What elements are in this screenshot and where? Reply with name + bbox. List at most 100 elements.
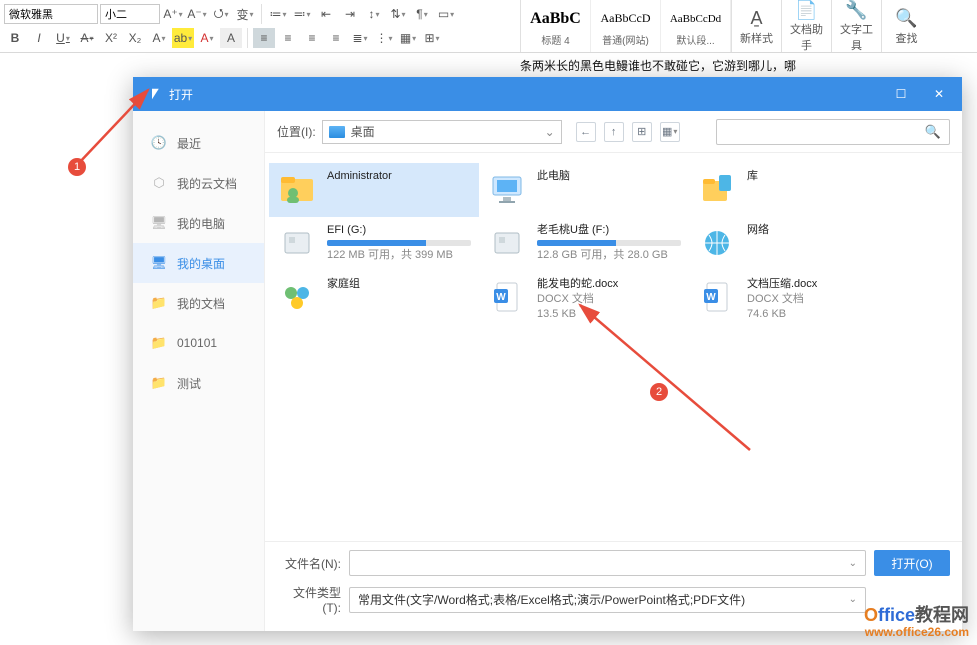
network-icon	[697, 223, 737, 263]
shrink-font-button[interactable]: A⁻	[186, 4, 208, 24]
svg-text:W: W	[496, 292, 506, 303]
homegroup-icon	[277, 277, 317, 317]
inc-indent-button[interactable]: ⇥	[339, 4, 361, 24]
location-select[interactable]: 桌面 ⌄	[322, 120, 562, 144]
close-button[interactable]: ✕	[920, 80, 958, 108]
sidebar-item-thispc[interactable]: 🖥 我的电脑	[133, 203, 264, 243]
monitor-icon: 🖥	[151, 215, 167, 231]
folder-icon: 📁	[151, 375, 167, 391]
user-folder-icon	[277, 169, 317, 209]
border-top-button[interactable]: ▭	[435, 4, 457, 24]
align-justify-button[interactable]: ≡	[325, 28, 347, 48]
numbering-button[interactable]: ≕	[291, 4, 313, 24]
font-color-button[interactable]: A	[196, 28, 218, 48]
style-normal-web[interactable]: AaBbCcD 普通(网站)	[591, 0, 661, 52]
back-button[interactable]: ←	[576, 122, 596, 142]
align-right-button[interactable]: ≡	[301, 28, 323, 48]
annotation-badge-1: 1	[68, 158, 86, 176]
sort-button[interactable]: ↕	[363, 4, 385, 24]
item-libraries[interactable]: 库	[689, 163, 899, 217]
folder-icon: 📁	[151, 295, 167, 311]
up-button[interactable]: ↑	[604, 122, 624, 142]
spacing-button[interactable]: ⇅	[387, 4, 409, 24]
item-administrator[interactable]: Administrator	[269, 163, 479, 217]
dialog-main: 位置(I): 桌面 ⌄ ← ↑ ⊞ ▦ 🔍	[265, 111, 962, 631]
open-dialog: 打开 ☐ ✕ 🕓 最近 ⬡ 我的云文档 🖥 我的电脑 🖥 我的桌面 📁	[133, 77, 962, 631]
filetype-select[interactable]: 常用文件(文字/Word格式;表格/Excel格式;演示/PowerPoint格…	[349, 587, 866, 613]
clock-icon: 🕓	[151, 135, 167, 151]
borders-button[interactable]: ▦	[397, 28, 419, 48]
strike-button[interactable]: A	[76, 28, 98, 48]
filetype-label: 文件类型(T):	[277, 584, 341, 615]
drive-icon	[487, 223, 527, 263]
bold-button[interactable]: B	[4, 28, 26, 48]
subscript-button[interactable]: X₂	[124, 28, 146, 48]
sidebar-item-documents[interactable]: 📁 我的文档	[133, 283, 264, 323]
item-network[interactable]: 网络	[689, 217, 899, 271]
pc-icon	[487, 169, 527, 209]
find-button[interactable]: 🔍 查找	[881, 0, 931, 52]
change-case-button[interactable]: A	[148, 28, 170, 48]
sidebar-item-cloud[interactable]: ⬡ 我的云文档	[133, 163, 264, 203]
new-folder-button[interactable]: ⊞	[632, 122, 652, 142]
italic-button[interactable]: I	[28, 28, 50, 48]
tabs-button[interactable]: ⊞	[421, 28, 443, 48]
sidebar-item-recent[interactable]: 🕓 最近	[133, 123, 264, 163]
para-spacing-button[interactable]: ⋮	[373, 28, 395, 48]
dialog-title: 打开	[169, 86, 193, 103]
view-button[interactable]: ▦	[660, 122, 680, 142]
shading-button[interactable]: A	[220, 28, 242, 48]
dec-indent-button[interactable]: ⇤	[315, 4, 337, 24]
sidebar-item-010101[interactable]: 📁 010101	[133, 323, 264, 363]
library-icon	[697, 169, 737, 209]
item-this-pc[interactable]: 此电脑	[479, 163, 689, 217]
doc-helper-button[interactable]: 📄 文档助手	[781, 0, 831, 52]
item-homegroup[interactable]: 家庭组	[269, 271, 479, 325]
new-style-icon: A̱	[750, 6, 762, 30]
underline-button[interactable]: U	[52, 28, 74, 48]
line-height-button[interactable]: ¶	[411, 4, 433, 24]
search-input[interactable]: 🔍	[716, 119, 950, 145]
ribbon: 微软雅黑 小二 A⁺ A⁻ ⭯ 变 ≔ ≕ ⇤ ⇥ ↕ ⇅ ¶ ▭ B I U …	[0, 0, 977, 53]
style-gallery: AaBbC 标题 4 AaBbCcD 普通(网站) AaBbCcDd 默认段..…	[520, 0, 731, 52]
open-button[interactable]: 打开(O)	[874, 550, 950, 576]
desktop-small-icon	[329, 126, 345, 138]
style-heading4[interactable]: AaBbC 标题 4	[521, 0, 591, 52]
item-efi-drive[interactable]: EFI (G:) 122 MB 可用，共 399 MB	[269, 217, 479, 271]
font-name-select[interactable]: 微软雅黑	[4, 4, 98, 24]
location-bar: 位置(I): 桌面 ⌄ ← ↑ ⊞ ▦ 🔍	[265, 111, 962, 153]
item-docx-eel[interactable]: W 能发电的蛇.docx DOCX 文档 13.5 KB	[479, 271, 689, 325]
item-usb-drive[interactable]: 老毛桃U盘 (F:) 12.8 GB 可用，共 28.0 GB	[479, 217, 689, 271]
new-style-button[interactable]: A̱ 新样式	[731, 0, 781, 52]
doc-helper-icon: 📄	[795, 0, 817, 21]
font-size-select[interactable]: 小二	[100, 4, 160, 24]
maximize-button[interactable]: ☐	[882, 80, 920, 108]
search-icon: 🔍	[925, 124, 941, 140]
grow-font-button[interactable]: A⁺	[162, 4, 184, 24]
bullets-button[interactable]: ≔	[267, 4, 289, 24]
filename-label: 文件名(N):	[277, 555, 341, 572]
item-docx-compress[interactable]: W 文档压缩.docx DOCX 文档 74.6 KB	[689, 271, 899, 325]
distribute-button[interactable]: ≣	[349, 28, 371, 48]
folder-icon: 📁	[151, 335, 167, 351]
align-center-button[interactable]: ≡	[277, 28, 299, 48]
filename-input[interactable]: ⌄	[349, 550, 866, 576]
style-default-para[interactable]: AaBbCcDd 默认段...	[661, 0, 731, 52]
sidebar-item-desktop[interactable]: 🖥 我的桌面	[133, 243, 264, 283]
ribbon-font-group: 微软雅黑 小二 A⁺ A⁻ ⭯ 变 ≔ ≕ ⇤ ⇥ ↕ ⇅ ¶ ▭ B I U …	[0, 0, 520, 52]
clear-format-button[interactable]: ⭯	[210, 4, 232, 24]
text-tool-button[interactable]: 🔧 文字工具	[831, 0, 881, 52]
file-list: Administrator 此电脑 库	[265, 153, 962, 541]
sidebar-item-test[interactable]: 📁 测试	[133, 363, 264, 403]
align-left-button[interactable]: ≡	[253, 28, 275, 48]
dialog-titlebar[interactable]: 打开 ☐ ✕	[133, 77, 962, 111]
drive-icon	[277, 223, 317, 263]
location-label: 位置(I):	[277, 123, 316, 140]
highlight-button[interactable]: ab	[172, 28, 194, 48]
dialog-footer: 文件名(N): ⌄ 打开(O) 文件类型(T): 常用文件(文字/Word格式;…	[265, 541, 962, 631]
app-logo-icon	[143, 85, 161, 103]
superscript-button[interactable]: X²	[100, 28, 122, 48]
chevron-down-icon: ⌄	[849, 558, 857, 569]
phonetic-button[interactable]: 变	[234, 4, 256, 24]
find-icon: 🔍	[895, 6, 917, 30]
